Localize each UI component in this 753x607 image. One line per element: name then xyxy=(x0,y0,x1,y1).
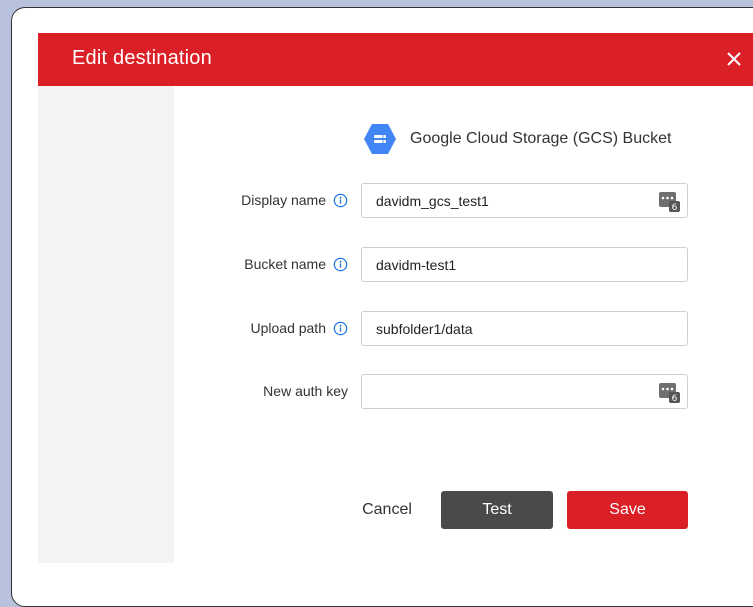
dialog-title: Edit destination xyxy=(72,47,212,69)
new-auth-key-field[interactable]: 6 xyxy=(361,374,688,409)
left-panel xyxy=(38,86,174,563)
password-manager-icon[interactable]: 6 xyxy=(659,381,680,403)
new-auth-key-label-text: New auth key xyxy=(263,383,348,399)
upload-path-value: subfolder1/data xyxy=(376,321,473,337)
new-auth-key-label: New auth key xyxy=(263,374,348,408)
info-icon[interactable] xyxy=(333,257,348,272)
upload-path-label-text: Upload path xyxy=(250,320,326,336)
info-icon[interactable] xyxy=(333,193,348,208)
close-button[interactable] xyxy=(719,42,749,76)
test-button[interactable]: Test xyxy=(441,491,553,529)
svg-text:6: 6 xyxy=(672,203,678,212)
svg-text:6: 6 xyxy=(672,394,678,403)
service-name: Google Cloud Storage (GCS) Bucket xyxy=(410,130,672,147)
display-name-value: davidm_gcs_test1 xyxy=(376,193,489,209)
display-name-field[interactable]: davidm_gcs_test1 6 xyxy=(361,183,688,218)
cancel-button[interactable]: Cancel xyxy=(352,491,422,529)
bucket-name-label-text: Bucket name xyxy=(244,256,326,272)
close-icon xyxy=(727,52,741,66)
password-manager-icon[interactable]: 6 xyxy=(659,190,680,212)
bucket-name-field[interactable]: davidm-test1 xyxy=(361,247,688,282)
save-button[interactable]: Save xyxy=(567,491,688,529)
display-name-label: Display name xyxy=(241,183,348,217)
bucket-name-label: Bucket name xyxy=(244,247,348,281)
upload-path-label: Upload path xyxy=(250,311,348,345)
dialog-header: Edit destination xyxy=(38,33,753,86)
service-header: Google Cloud Storage (GCS) Bucket xyxy=(363,122,671,156)
info-icon[interactable] xyxy=(333,321,348,336)
bucket-name-value: davidm-test1 xyxy=(376,257,457,273)
gcs-bucket-icon xyxy=(364,124,396,154)
upload-path-field[interactable]: subfolder1/data xyxy=(361,311,688,346)
display-name-label-text: Display name xyxy=(241,192,326,208)
